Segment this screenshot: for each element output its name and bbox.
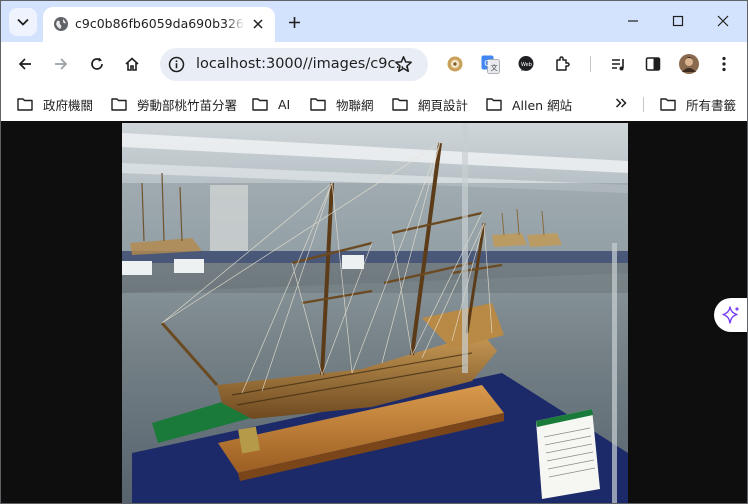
arrow-left-icon	[18, 58, 31, 70]
bookmark-label: 勞動部桃竹苗分署	[137, 97, 238, 113]
all-bookmarks-label: 所有書籤	[686, 97, 737, 113]
url-text: localhost:3000//images/c9c...	[196, 56, 410, 72]
bookmark-folder-0[interactable]: 政府機關	[17, 95, 93, 113]
bookmarks-overflow-button[interactable]	[612, 94, 630, 112]
all-bookmarks-button[interactable]: 所有書籤	[660, 95, 736, 113]
close-icon	[253, 19, 263, 29]
svg-text:G: G	[484, 58, 490, 67]
side-panel-icon	[645, 57, 661, 71]
bookmark-star-icon[interactable]	[394, 55, 413, 74]
active-tab[interactable]: c9c0b86fb6059da690b32660	[43, 7, 275, 42]
google-translate-button[interactable]: G文	[480, 54, 500, 74]
bookmark-folder-1[interactable]: 勞動部桃竹苗分署	[111, 95, 237, 113]
svg-text:Web: Web	[521, 62, 532, 68]
cookie-extension-button[interactable]	[445, 54, 465, 74]
sparkle-icon	[722, 306, 740, 324]
reload-button[interactable]	[84, 51, 110, 77]
gemini-button[interactable]	[714, 298, 747, 332]
plus-icon	[288, 16, 300, 28]
browser-window: c9c0b86fb6059da690b32660 localhost:3000/…	[0, 0, 748, 504]
bookmark-folder-2[interactable]: AI	[252, 95, 290, 113]
bookmark-label: Allen 網站	[512, 97, 573, 113]
folder-icon	[17, 98, 33, 111]
side-panel-button[interactable]	[643, 54, 663, 74]
folder-icon	[486, 98, 502, 111]
close-icon	[717, 15, 729, 27]
toolbar-divider	[590, 56, 591, 72]
minimize-icon	[628, 20, 638, 22]
arrow-right-icon	[55, 58, 68, 70]
profile-avatar-button[interactable]	[679, 54, 699, 74]
maximize-icon	[672, 15, 684, 27]
bookmarks-bar: 政府機關 勞動部桃竹苗分署 AI 物聯網 網頁設計 Allen 網站 所有書籤	[1, 86, 747, 121]
bookmark-label: 物聯網	[336, 97, 374, 113]
tab-strip: c9c0b86fb6059da690b32660	[1, 1, 747, 42]
page-content	[1, 121, 747, 503]
more-menu-icon	[722, 56, 726, 72]
bookmark-label: 網頁設計	[418, 97, 469, 113]
media-control-button[interactable]	[608, 54, 628, 74]
bookmark-label: AI	[278, 96, 291, 112]
tab-search-button[interactable]	[9, 8, 37, 36]
google-translate-icon: G文	[481, 55, 500, 74]
cookie-extension-icon	[447, 56, 463, 72]
forward-button[interactable]	[48, 51, 74, 77]
folder-icon	[252, 98, 268, 111]
chevron-double-right-icon	[615, 98, 627, 108]
folder-icon	[392, 98, 408, 111]
bookmark-folder-4[interactable]: 網頁設計	[392, 95, 468, 113]
folder-icon	[111, 98, 127, 111]
chat-extension-icon: Web	[518, 56, 534, 71]
bookmarks-divider	[643, 97, 644, 112]
toolbar: localhost:3000//images/c9c... G文 Web	[1, 42, 747, 86]
new-tab-button[interactable]	[283, 11, 305, 33]
close-window-button[interactable]	[710, 9, 736, 33]
chat-extension-button[interactable]: Web	[516, 54, 536, 74]
extensions-button[interactable]	[552, 54, 572, 74]
profile-avatar	[679, 54, 699, 74]
maximize-button[interactable]	[665, 9, 691, 33]
site-info-icon[interactable]	[168, 56, 185, 73]
media-control-icon	[611, 58, 624, 70]
reload-icon	[91, 57, 103, 70]
bookmark-folder-3[interactable]: 物聯網	[310, 95, 374, 113]
bookmark-label: 政府機關	[43, 97, 94, 113]
more-menu-button[interactable]	[714, 54, 734, 74]
address-bar[interactable]: localhost:3000//images/c9c...	[160, 48, 428, 81]
home-icon	[125, 57, 139, 71]
tab-close-button[interactable]	[249, 15, 267, 33]
back-button[interactable]	[12, 51, 38, 77]
tab-title: c9c0b86fb6059da690b32660	[75, 16, 245, 32]
puzzle-extensions-icon	[555, 55, 570, 71]
globe-icon	[54, 17, 68, 31]
folder-icon	[310, 98, 326, 111]
bookmark-folder-5[interactable]: Allen 網站	[486, 95, 572, 113]
chevron-down-icon	[17, 18, 29, 26]
folder-icon	[660, 98, 676, 111]
svg-text:文: 文	[490, 63, 497, 72]
ship-model-photo	[122, 123, 628, 503]
home-button[interactable]	[119, 51, 145, 77]
minimize-button[interactable]	[620, 9, 646, 33]
